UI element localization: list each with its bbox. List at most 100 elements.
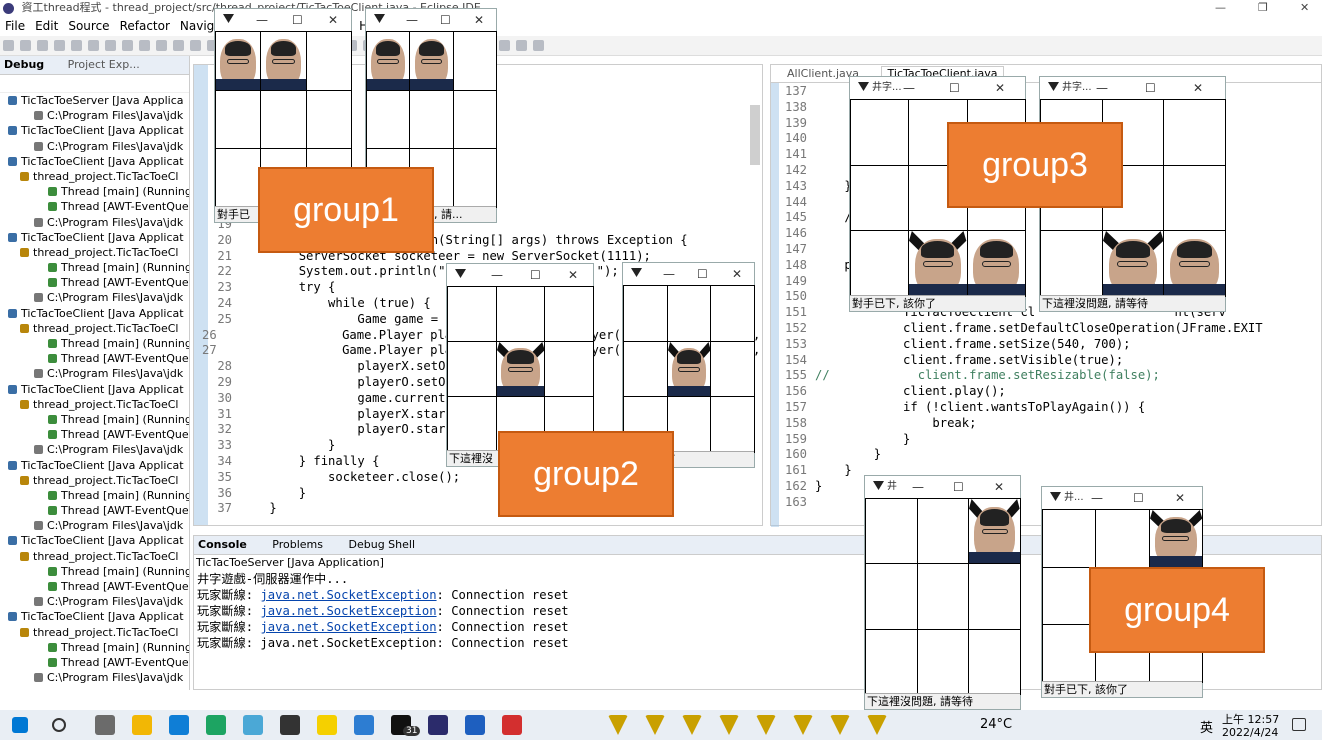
taskbar-app-icon[interactable] xyxy=(280,715,300,735)
taskbar-app-icon[interactable] xyxy=(95,715,115,735)
minimize-button[interactable]: — xyxy=(491,264,503,286)
tree-item[interactable]: Thread [main] (Running xyxy=(0,488,189,503)
tree-item[interactable]: TicTacToeClient [Java Applicat xyxy=(0,154,189,169)
board-cell[interactable] xyxy=(850,164,910,232)
tree-item[interactable]: thread_project.TicTacToeCl xyxy=(0,245,189,260)
board-cell[interactable] xyxy=(968,498,1021,565)
board-cell[interactable] xyxy=(409,31,454,91)
board-cell[interactable] xyxy=(1040,230,1103,297)
close-button[interactable]: ✕ xyxy=(1193,77,1203,99)
toolbar-button-icon[interactable] xyxy=(533,40,544,51)
tree-item[interactable]: C:\Program Files\Java\jdk xyxy=(0,594,189,609)
menu-item[interactable]: Source xyxy=(68,19,109,33)
tree-item[interactable]: thread_project.TicTacToeCl xyxy=(0,321,189,336)
maximize-button[interactable]: ❐ xyxy=(1258,0,1268,16)
tree-item[interactable]: TicTacToeClient [Java Applicat xyxy=(0,230,189,245)
menu-item[interactable]: Edit xyxy=(35,19,58,33)
board-cell[interactable] xyxy=(623,340,668,398)
toolbar-button-icon[interactable] xyxy=(88,40,99,51)
board-cell[interactable] xyxy=(1101,230,1165,297)
code-line[interactable]: 160 } xyxy=(777,447,1317,463)
code-line[interactable]: 159 } xyxy=(777,432,1317,448)
board-cell[interactable] xyxy=(865,628,918,695)
board-cell[interactable] xyxy=(215,148,262,208)
tictactoe-titlebar[interactable]: 井字... — ☐ ✕ xyxy=(1040,77,1225,99)
board-cell[interactable] xyxy=(850,99,910,166)
tree-item[interactable]: TicTacToeClient [Java Applicat xyxy=(0,533,189,548)
board-cell[interactable] xyxy=(1163,164,1226,232)
board-cell[interactable] xyxy=(495,286,546,342)
tree-item[interactable]: Thread [main] (Running xyxy=(0,260,189,275)
toolbar-button-icon[interactable] xyxy=(20,40,31,51)
minimize-button[interactable]: — xyxy=(663,263,675,285)
tree-item[interactable]: Thread [AWT-EventQue xyxy=(0,427,189,442)
tree-item[interactable]: thread_project.TicTacToeCl xyxy=(0,549,189,564)
minimize-button[interactable]: — xyxy=(1091,487,1103,509)
clock-time[interactable]: 上午 12:57 xyxy=(1222,711,1279,727)
toolbar-button-icon[interactable] xyxy=(516,40,527,51)
board-cell[interactable] xyxy=(710,340,755,398)
tictactoe-titlebar[interactable]: — ☐ ✕ xyxy=(623,263,754,285)
board-cell[interactable] xyxy=(968,563,1021,630)
board-cell[interactable] xyxy=(865,498,918,565)
toolbar-button-icon[interactable] xyxy=(71,40,82,51)
tree-item[interactable]: TicTacToeClient [Java Applicat xyxy=(0,382,189,397)
notification-icon[interactable] xyxy=(1292,718,1306,731)
tictactoe-titlebar[interactable]: 井字... — ☐ ✕ xyxy=(850,77,1025,99)
tictactoe-window-icon[interactable] xyxy=(756,715,776,735)
board-cell[interactable] xyxy=(452,31,497,91)
tree-item[interactable]: TicTacToeClient [Java Applicat xyxy=(0,306,189,321)
tictactoe-window-icon[interactable] xyxy=(682,715,702,735)
tictactoe-titlebar[interactable]: — ☐ ✕ xyxy=(447,264,593,286)
board-cell[interactable] xyxy=(366,89,411,150)
weather-temperature[interactable]: 24°C xyxy=(980,717,1012,732)
board-cell[interactable] xyxy=(260,89,307,150)
board-cell[interactable] xyxy=(544,286,594,342)
tictactoe-window-icon[interactable] xyxy=(830,715,850,735)
maximize-button[interactable]: ☐ xyxy=(949,77,960,99)
board-cell[interactable] xyxy=(1163,99,1226,166)
tree-item[interactable]: thread_project.TicTacToeCl xyxy=(0,169,189,184)
code-line[interactable]: 158 break; xyxy=(777,416,1317,432)
board-cell[interactable] xyxy=(447,396,497,452)
board-cell[interactable] xyxy=(850,230,910,297)
toolbar-button-icon[interactable] xyxy=(3,40,14,51)
board-cell[interactable] xyxy=(215,89,262,150)
menu-item[interactable]: Refactor xyxy=(120,19,170,33)
tictactoe-titlebar[interactable]: 井 — ☐ ✕ xyxy=(865,476,1020,498)
board-cell[interactable] xyxy=(908,230,968,297)
board-cell[interactable] xyxy=(966,230,1026,297)
toolbar-button-icon[interactable] xyxy=(173,40,184,51)
maximize-button[interactable]: ☐ xyxy=(697,263,708,285)
close-button[interactable]: ✕ xyxy=(995,77,1005,99)
code-line[interactable]: 157 if (!client.wantsToPlayAgain()) { xyxy=(777,400,1317,416)
tictactoe-window-icon[interactable] xyxy=(867,715,887,735)
maximize-button[interactable]: ☐ xyxy=(1145,77,1156,99)
exception-link[interactable]: java.net.SocketException xyxy=(260,620,436,634)
taskbar-app-icon[interactable] xyxy=(206,715,226,735)
tree-item[interactable]: Thread [main] (Running xyxy=(0,336,189,351)
board-cell[interactable] xyxy=(409,89,454,150)
code-line[interactable]: 156 client.play(); xyxy=(777,384,1317,400)
menu-item[interactable]: File xyxy=(5,19,25,33)
board-cell[interactable] xyxy=(623,285,668,342)
close-button[interactable]: ✕ xyxy=(474,9,484,31)
toolbar-button-icon[interactable] xyxy=(54,40,65,51)
minimize-button[interactable]: — xyxy=(406,9,418,31)
tictactoe-window-icon[interactable] xyxy=(645,715,665,735)
tree-item[interactable]: C:\Program Files\Java\jdk xyxy=(0,139,189,154)
tree-item[interactable]: Thread [main] (Running xyxy=(0,184,189,199)
close-button[interactable]: ✕ xyxy=(1175,487,1185,509)
board-cell[interactable] xyxy=(305,89,352,150)
start-button[interactable] xyxy=(12,717,28,733)
tictactoe-window-icon[interactable] xyxy=(793,715,813,735)
board-cell[interactable] xyxy=(544,341,594,397)
code-line[interactable]: 155 // client.frame.setResizable(false); xyxy=(777,368,1317,384)
taskbar-app-icon[interactable] xyxy=(502,715,522,735)
minimize-button[interactable]: — xyxy=(1215,0,1226,16)
maximize-button[interactable]: ☐ xyxy=(292,9,303,31)
board-cell[interactable] xyxy=(710,396,755,453)
close-button[interactable]: ✕ xyxy=(732,263,742,285)
board-cell[interactable] xyxy=(1095,509,1150,568)
taskbar-app-icon[interactable] xyxy=(317,715,337,735)
